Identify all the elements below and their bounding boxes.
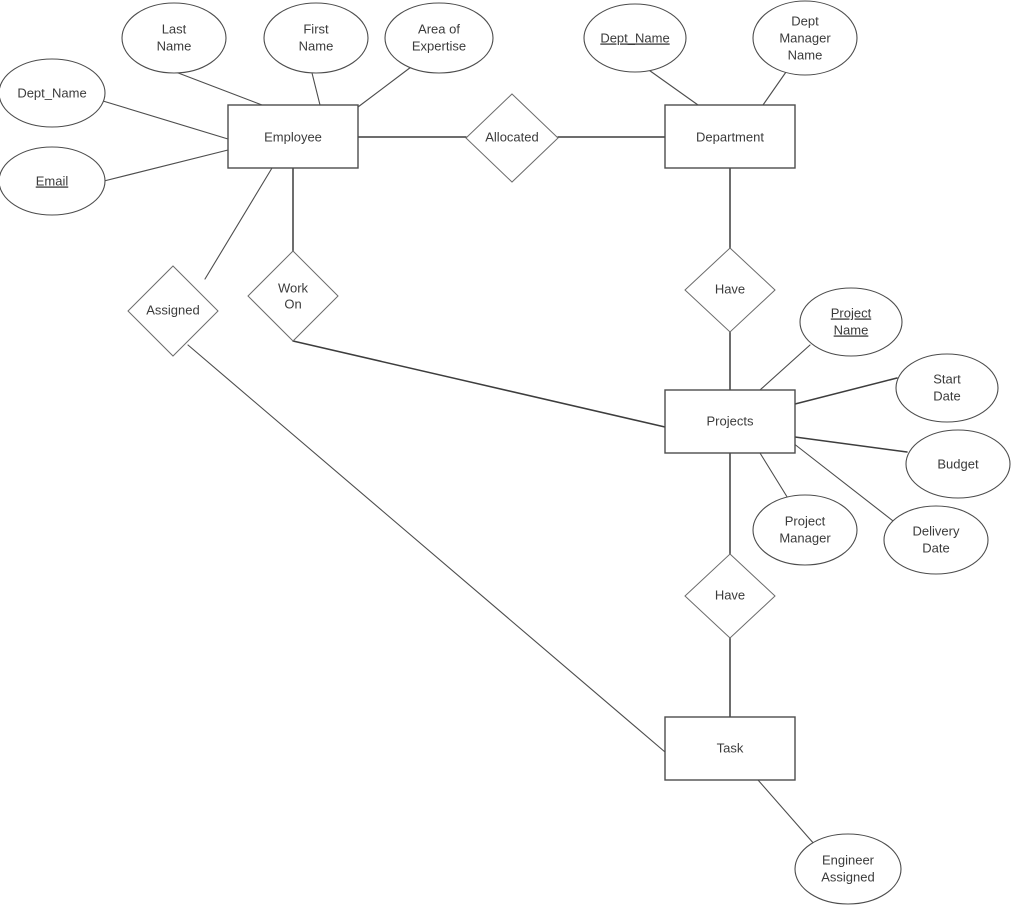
- attribute-dept-name-key[interactable]: Dept_Name: [583, 3, 687, 73]
- relationship-have-dept-projects-label: Have: [715, 281, 745, 296]
- conn-assigned-task: [187, 344, 666, 753]
- attribute-task-engineer-assigned[interactable]: Engineer Assigned: [794, 833, 902, 905]
- attribute-proj-manager-label-line1: Project: [785, 513, 826, 528]
- attribute-emp-last-name[interactable]: Last Name: [121, 2, 227, 74]
- er-diagram-canvas: Employee Department Projects Task Alloca…: [0, 0, 1024, 910]
- attribute-proj-budget-label: Budget: [937, 456, 979, 471]
- relationship-have-projects-task[interactable]: Have: [684, 553, 776, 639]
- attribute-proj-name-label-line2: Name: [834, 322, 869, 337]
- relationship-work-on-label-line1: Work: [278, 280, 309, 295]
- attribute-emp-email-label: Email: [36, 173, 69, 188]
- attribute-proj-start-date-label-line1: Start: [933, 371, 961, 386]
- conn-proj-name: [759, 344, 811, 391]
- attribute-proj-manager-label-line2: Manager: [779, 530, 831, 545]
- conn-emp-area-expertise: [357, 63, 416, 108]
- conn-emp-first-name: [311, 72, 321, 106]
- attribute-emp-last-name-label-line2: Name: [157, 38, 192, 53]
- relationship-work-on[interactable]: Work On: [247, 250, 339, 342]
- relationship-have-dept-projects[interactable]: Have: [684, 247, 776, 333]
- attribute-dept-manager-name[interactable]: Dept Manager Name: [752, 0, 858, 76]
- attribute-proj-start-date[interactable]: Start Date: [895, 353, 999, 423]
- conn-dept-name-key: [645, 67, 699, 106]
- attribute-emp-dept-name[interactable]: Dept_Name: [0, 58, 106, 128]
- attribute-dept-manager-name-label-line3: Name: [788, 47, 823, 62]
- conn-employee-assigned: [204, 167, 273, 280]
- attribute-proj-delivery-date-label-line2: Date: [922, 540, 949, 555]
- attribute-task-engineer-assigned-label-line1: Engineer: [822, 852, 875, 867]
- attribute-emp-area-expertise-label-line2: Expertise: [412, 38, 466, 53]
- conn-emp-dept-name: [102, 100, 229, 140]
- relationship-work-on-label-line2: On: [284, 296, 301, 311]
- conn-proj-start-date: [794, 377, 898, 405]
- relationship-allocated-label: Allocated: [485, 129, 538, 144]
- conn-proj-budget: [794, 436, 908, 453]
- conn-emp-last-name: [172, 70, 263, 106]
- relationship-assigned-label: Assigned: [146, 302, 199, 317]
- attribute-emp-first-name[interactable]: First Name: [263, 2, 369, 74]
- attribute-dept-manager-name-label-line1: Dept: [791, 13, 819, 28]
- conn-task-engineer-assigned: [757, 779, 816, 846]
- entity-projects[interactable]: Projects: [664, 389, 796, 454]
- entity-task[interactable]: Task: [664, 716, 796, 781]
- entity-department-label: Department: [696, 129, 764, 144]
- attribute-proj-start-date-label-line2: Date: [933, 388, 960, 403]
- attribute-dept-manager-name-label-line2: Manager: [779, 30, 831, 45]
- entity-employee-label: Employee: [264, 129, 322, 144]
- attribute-proj-delivery-date-label-line1: Delivery: [913, 523, 960, 538]
- attribute-proj-delivery-date[interactable]: Delivery Date: [883, 505, 989, 575]
- attribute-proj-name-label-line1: Project: [831, 305, 872, 320]
- conn-emp-email: [103, 149, 229, 182]
- attribute-emp-last-name-label-line1: Last: [162, 21, 187, 36]
- attribute-emp-first-name-label-line2: Name: [299, 38, 334, 53]
- attribute-emp-dept-name-label: Dept_Name: [17, 85, 86, 100]
- attribute-emp-area-expertise[interactable]: Area of Expertise: [384, 2, 494, 74]
- attribute-proj-manager[interactable]: Project Manager: [752, 494, 858, 566]
- entity-employee[interactable]: Employee: [227, 104, 359, 169]
- relationship-have-projects-task-label: Have: [715, 587, 745, 602]
- attribute-dept-name-key-label: Dept_Name: [600, 30, 669, 45]
- entity-projects-label: Projects: [707, 413, 754, 428]
- attribute-emp-email[interactable]: Email: [0, 146, 106, 216]
- entity-task-label: Task: [717, 740, 744, 755]
- attribute-proj-budget[interactable]: Budget: [905, 429, 1011, 499]
- entity-department[interactable]: Department: [664, 104, 796, 169]
- conn-dept-manager-name: [762, 71, 787, 106]
- conn-work-on-projects: [292, 340, 666, 428]
- entity-layer: Employee Department Projects Task: [227, 104, 796, 781]
- er-diagram-svg: Employee Department Projects Task Alloca…: [0, 0, 1011, 905]
- relationship-assigned[interactable]: Assigned: [127, 265, 219, 357]
- relationship-allocated[interactable]: Allocated: [465, 93, 559, 183]
- conn-proj-manager: [759, 452, 790, 501]
- attribute-proj-name[interactable]: Project Name: [799, 287, 903, 357]
- attribute-emp-area-expertise-label-line1: Area of: [418, 21, 460, 36]
- relationship-layer: Allocated Have Have Assigned Work On: [127, 93, 776, 639]
- attribute-task-engineer-assigned-label-line2: Assigned: [821, 869, 874, 884]
- attribute-emp-first-name-label-line1: First: [303, 21, 329, 36]
